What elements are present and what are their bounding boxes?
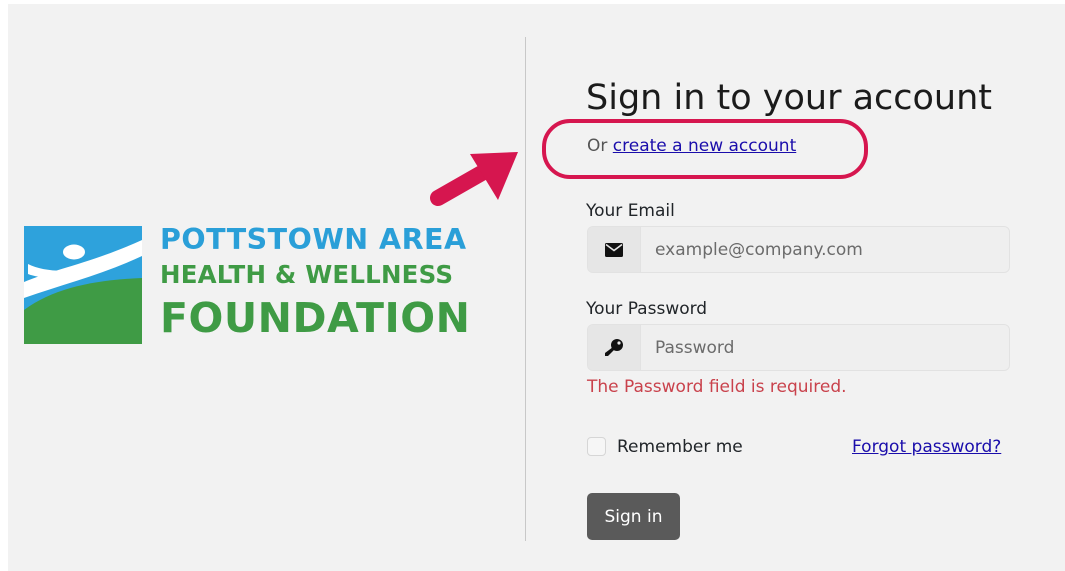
annotation-highlight-ellipse (542, 119, 868, 179)
foundation-logo-text: POTTSTOWN AREA HEALTH & WELLNESS FOUNDAT… (160, 222, 470, 344)
key-icon (588, 325, 641, 370)
password-field[interactable] (641, 325, 1009, 370)
page-title: Sign in to your account (586, 78, 993, 118)
foundation-logo-mark (24, 226, 142, 344)
remember-me-label[interactable]: Remember me (617, 436, 743, 458)
logo-line-2: HEALTH & WELLNESS (160, 260, 454, 289)
logo-line-3: FOUNDATION (160, 294, 471, 342)
envelope-icon (588, 227, 641, 272)
password-label: Your Password (586, 299, 708, 319)
email-label: Your Email (586, 201, 675, 221)
forgot-password-link[interactable]: Forgot password? (852, 436, 1001, 458)
sign-in-button[interactable]: Sign in (587, 493, 680, 540)
remember-me-checkbox[interactable] (587, 437, 606, 456)
annotation-arrow (430, 152, 518, 206)
vertical-divider (525, 37, 526, 541)
email-field[interactable] (641, 227, 1009, 272)
email-input-group (587, 226, 1010, 273)
logo-line-1: POTTSTOWN AREA (160, 223, 467, 256)
password-input-group (587, 324, 1010, 371)
password-error-message: The Password field is required. (587, 377, 847, 397)
